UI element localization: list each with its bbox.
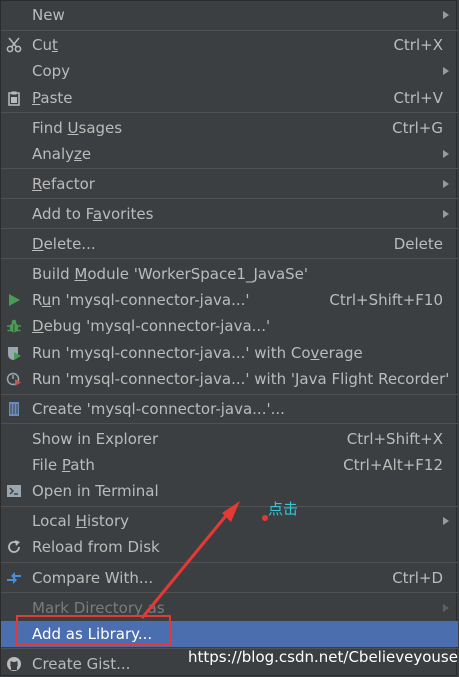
annotation-label: 点击 [268,500,299,518]
annotation-arrow [140,501,240,619]
watermark: https://blog.csdn.net/Cbelieveyouself [188,648,459,666]
annotation-highlight-box [16,615,171,646]
